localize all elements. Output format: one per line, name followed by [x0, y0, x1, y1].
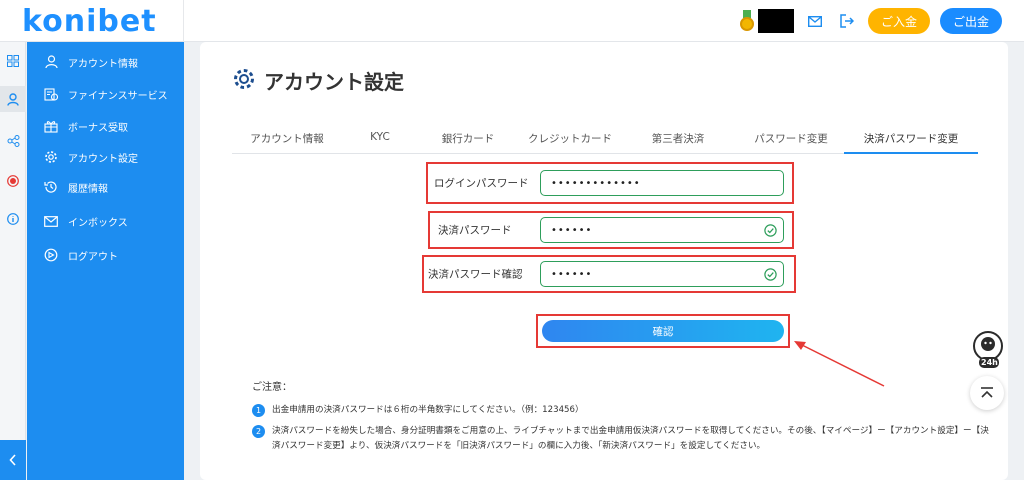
sidebar-item-label: アカウント情報: [68, 58, 138, 70]
payment-password-confirm-value: ••••••: [551, 268, 593, 280]
annotation-arrow: [794, 341, 885, 387]
history-icon: [43, 179, 59, 195]
tab-password-change[interactable]: パスワード変更: [742, 128, 840, 154]
tab-bar: アカウント情報 KYC 銀行カード クレジットカード 第三者決済 パスワード変更…: [232, 128, 978, 154]
sidebar-item-inbox[interactable]: インボックス: [27, 209, 184, 233]
withdraw-button[interactable]: ご出金: [939, 8, 1002, 34]
login-password-field[interactable]: •••••••••••••: [540, 170, 784, 196]
sidebar-item-account-info[interactable]: アカウント情報: [27, 50, 184, 74]
tab-credit-card[interactable]: クレジットカード: [522, 128, 618, 154]
page-header: アカウント設定: [232, 66, 404, 95]
payment-password-confirm-label: 決済パスワード確認: [428, 268, 523, 281]
finance-icon: [43, 86, 59, 102]
tab-third-party[interactable]: 第三者決済: [636, 128, 720, 154]
logo[interactable]: konibet: [22, 4, 157, 39]
collapse-icon[interactable]: [0, 440, 26, 480]
payment-password-field[interactable]: ••••••: [540, 217, 784, 243]
sidebar-item-label: ボーナス受取: [68, 122, 128, 134]
login-password-value: •••••••••••••: [551, 177, 641, 189]
grid-icon[interactable]: [0, 48, 26, 74]
sidebar-item-settings[interactable]: アカウント設定: [27, 145, 184, 169]
note-number: 2: [252, 425, 265, 438]
logout-icon[interactable]: [836, 10, 858, 32]
notes-section: ご注意： 1 出金申請用の決済パスワードは６桁の半角数字にしてください。（例：1…: [252, 378, 992, 460]
deposit-button[interactable]: ご入金: [867, 8, 930, 34]
tab-account-info[interactable]: アカウント情報: [232, 128, 342, 154]
check-circle-icon: [764, 224, 777, 240]
sidebar-item-label: インボックス: [68, 217, 128, 229]
user-icon[interactable]: [0, 86, 26, 112]
payment-password-confirm-row: 決済パスワード確認 ••••••: [422, 255, 796, 293]
sidebar-item-label: ログアウト: [68, 251, 118, 263]
tab-bank-card[interactable]: 銀行カード: [428, 128, 508, 154]
chat-badge: 24h: [981, 358, 998, 367]
sidebar-item-bonus[interactable]: ボーナス受取: [27, 114, 184, 138]
bonus-icon: [43, 118, 59, 134]
tab-payment-password-change[interactable]: 決済パスワード変更: [844, 128, 978, 154]
page-title: アカウント設定: [264, 70, 404, 94]
sidebar-item-finance[interactable]: ファイナンスサービス: [27, 82, 184, 106]
username-redacted: [757, 9, 794, 33]
info-icon[interactable]: [0, 206, 26, 232]
share-icon[interactable]: [0, 128, 26, 154]
header-actions: ご入金 ご出金: [739, 8, 1002, 34]
payment-password-label: 決済パスワード: [438, 224, 512, 237]
live-chat-widget[interactable]: 24h: [970, 330, 1006, 370]
sidebar-item-logout[interactable]: ログアウト: [27, 243, 184, 267]
note-text: 出金申請用の決済パスワードは６桁の半角数字にしてください。（例：123456）: [272, 405, 584, 415]
logout-icon: [43, 247, 59, 263]
main-card: アカウント設定 アカウント情報 KYC 銀行カード クレジットカード 第三者決済…: [200, 42, 1008, 480]
icon-rail: [0, 42, 26, 480]
payment-password-confirm-field[interactable]: ••••••: [540, 261, 784, 287]
live-icon[interactable]: [0, 168, 26, 194]
user-icon: [43, 54, 59, 70]
payment-password-row: 決済パスワード ••••••: [428, 211, 794, 249]
sidebar-item-label: ファイナンスサービス: [68, 90, 168, 102]
note-text: 決済パスワードを紛失した場合、身分証明書類をご用意の上、ライブチャットまで出金申…: [272, 426, 989, 451]
sidebar-item-label: アカウント設定: [68, 153, 138, 165]
top-bar: konibet ご入金 ご出金: [0, 0, 1024, 42]
mail-icon: [43, 213, 59, 229]
gear-icon: [43, 149, 59, 165]
sidebar-item-history[interactable]: 履歴情報: [27, 175, 184, 199]
gear-icon: [232, 67, 256, 95]
sidebar: アカウント情報 ファイナンスサービス ボーナス受取 アカウント設定 履歴情報 イ…: [27, 42, 184, 480]
sidebar-item-label: 履歴情報: [68, 183, 108, 195]
confirm-button[interactable]: 確認: [542, 320, 784, 342]
mail-icon[interactable]: [804, 10, 826, 32]
back-to-top-button[interactable]: [970, 376, 1004, 410]
check-circle-icon: [764, 268, 777, 284]
medal-icon[interactable]: [739, 10, 754, 32]
note-number: 1: [252, 404, 265, 417]
login-password-label: ログインパスワード: [434, 177, 529, 190]
tab-kyc[interactable]: KYC: [350, 128, 410, 154]
login-password-row: ログインパスワード •••••••••••••: [426, 162, 794, 204]
confirm-highlight: 確認: [536, 314, 790, 348]
note-item: 2 決済パスワードを紛失した場合、身分証明書類をご用意の上、ライブチャットまで出…: [252, 424, 992, 454]
payment-password-value: ••••••: [551, 224, 593, 236]
note-item: 1 出金申請用の決済パスワードは６桁の半角数字にしてください。（例：123456…: [252, 403, 992, 418]
arrow-up-icon: [981, 387, 993, 398]
divider: [183, 0, 184, 42]
